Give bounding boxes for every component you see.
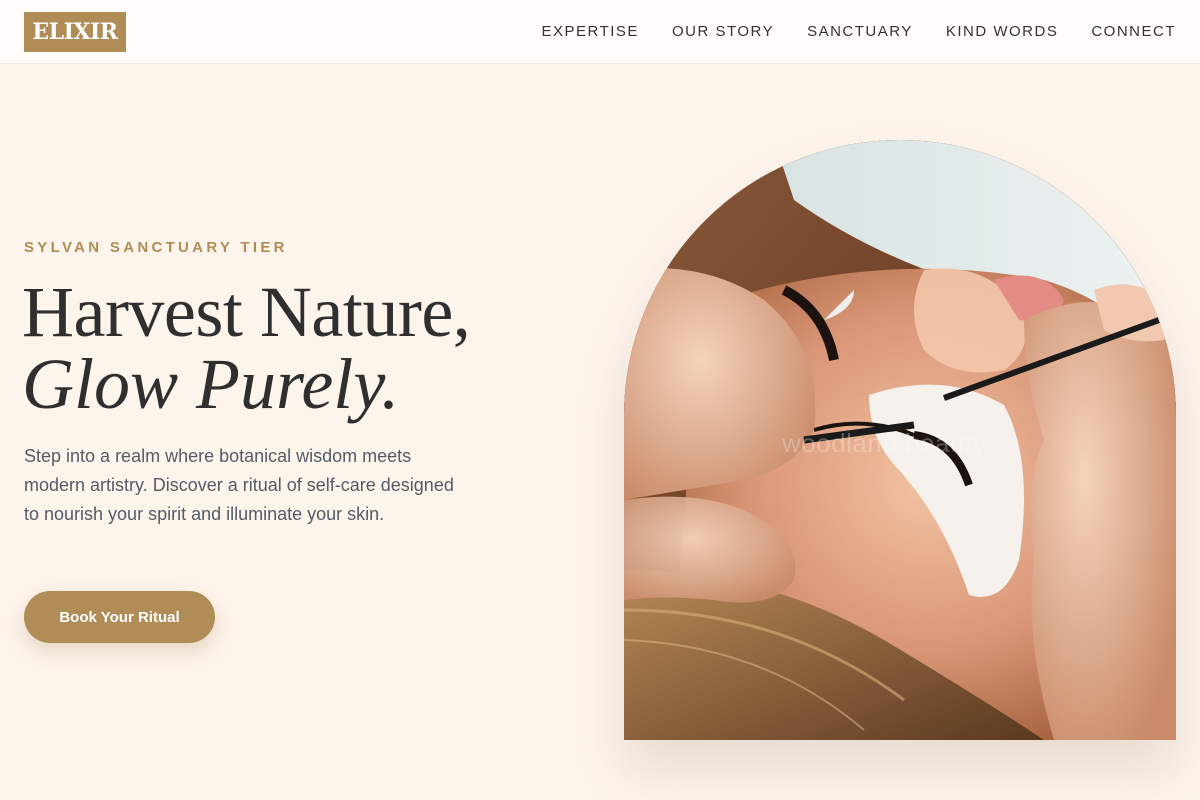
nav-item-kind-words[interactable]: KIND WORDS: [946, 23, 1059, 40]
hero-headline-line1: Harvest Nature,: [22, 272, 471, 352]
hero-image: woodland beauty: [624, 140, 1176, 740]
nav-item-connect[interactable]: CONNECT: [1091, 23, 1176, 40]
hero-description: Step into a realm where botanical wisdom…: [24, 446, 454, 524]
hero-headline: Harvest Nature, Glow Purely.: [22, 276, 602, 420]
image-watermark: woodland beauty: [782, 428, 987, 458]
nav-item-our-story[interactable]: OUR STORY: [672, 23, 774, 40]
hero-eyebrow: SYLVAN SANCTUARY TIER: [24, 239, 288, 256]
hero-headline-line2: Glow Purely.: [22, 344, 400, 424]
book-ritual-button[interactable]: Book Your Ritual: [24, 591, 215, 643]
nav-item-sanctuary[interactable]: SANCTUARY: [807, 23, 913, 40]
logo[interactable]: ELIXIR: [24, 12, 126, 52]
site-header: ELIXIR EXPERTISE OUR STORY SANCTUARY KIN…: [0, 0, 1200, 64]
main-nav: EXPERTISE OUR STORY SANCTUARY KIND WORDS…: [542, 0, 1176, 62]
nav-item-expertise[interactable]: EXPERTISE: [542, 23, 639, 40]
